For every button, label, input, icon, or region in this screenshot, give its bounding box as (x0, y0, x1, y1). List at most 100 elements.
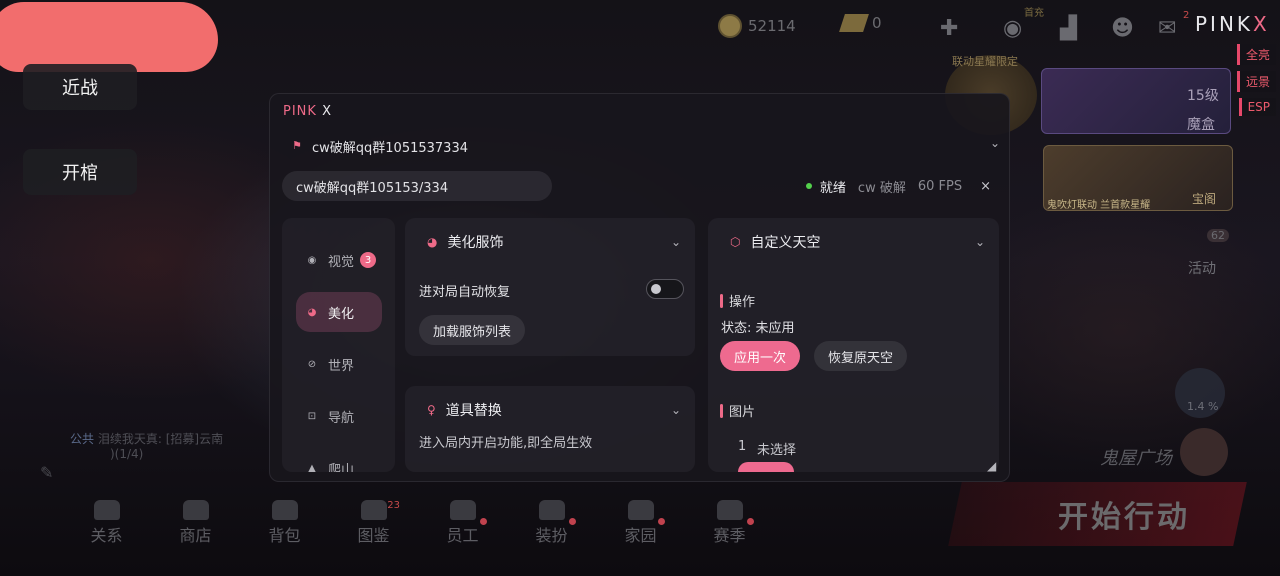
first-charge-icon[interactable]: ◉ (1003, 16, 1022, 41)
resize-grip-icon[interactable]: ◢ (987, 459, 1001, 473)
notification-count: 23 (387, 500, 400, 511)
gold-bar-icon (839, 14, 869, 32)
search-input[interactable] (282, 171, 552, 201)
open-coffin-button[interactable]: 开棺 (23, 149, 137, 195)
download-progress-label: 1.4 % (1187, 400, 1219, 413)
custom-sky-header[interactable]: ⬡ 自定义天空 (730, 232, 820, 252)
nav-label: 背包 (268, 526, 301, 545)
status-ready-label: 就绪 (819, 180, 846, 196)
nav-icon (627, 500, 654, 520)
chat-channel: 公共 (70, 432, 95, 446)
first-charge-label: 首充 (1024, 8, 1044, 19)
beautify-card-header[interactable]: ◕ 美化服饰 (427, 232, 503, 252)
panel-title: PINK X (283, 104, 332, 119)
pinkx-logo: PINKX (1195, 12, 1270, 36)
bottom-nav-item[interactable]: 背包 (240, 500, 329, 546)
chat-line[interactable]: 公共 泪续我天真: [招募]云南 (70, 430, 223, 447)
globe-icon: ⊘ (307, 358, 317, 370)
notification-dot (569, 518, 576, 525)
status-fps: 60 FPS (917, 178, 963, 194)
toggle-full-bright[interactable]: 全亮 (1236, 44, 1276, 65)
bottom-nav-item[interactable]: 图鉴 23 (329, 500, 418, 546)
panel-header[interactable]: ⚑ cw破解qq群1051537334 ⌄ (292, 136, 1000, 156)
notification-dot (658, 518, 665, 525)
logo-main: PINK (1195, 12, 1254, 36)
navigation-icon: ⊡ (307, 410, 317, 422)
sidebar-item-label: 视觉 (328, 254, 355, 270)
bottom-nav-item[interactable]: 装扮 (507, 500, 596, 546)
nav-icon (449, 500, 476, 520)
custom-sky-title: 自定义天空 (750, 235, 821, 251)
ghost-plaza-label[interactable]: 鬼屋广场 (1100, 444, 1172, 470)
event-collab-label: 鬼吹灯联动 兰首款星耀 (1047, 200, 1151, 211)
image-list-index: 1 (738, 439, 747, 454)
bottom-nav-item[interactable]: 员工 (418, 500, 507, 546)
sidebar-item-label: 爬山 (328, 462, 355, 473)
mail-icon[interactable]: ✉ (1158, 16, 1176, 41)
sidebar-item-navigation[interactable]: ⊡ 导航 (296, 396, 382, 436)
panel-header-text: cw破解qq群1051537334 (312, 140, 468, 156)
restore-sky-button[interactable]: 恢复原天空 (814, 341, 908, 371)
add-friend-icon[interactable]: ☻ (1111, 16, 1134, 41)
chat-icon[interactable]: ✎ (40, 463, 53, 482)
item-replace-card: ♀ 道具替换 ⌄ 进入局内开启功能,即全局生效 (405, 386, 695, 472)
ghost-plaza-icon[interactable] (1180, 428, 1228, 476)
notification-dot (480, 518, 487, 525)
coin-icon (718, 14, 742, 38)
redaction-scribble (0, 2, 218, 72)
section-operations-label: 操作 (729, 295, 756, 310)
apply-once-button[interactable]: 应用一次 (720, 341, 801, 371)
event-level: 15级 (1187, 88, 1219, 104)
bottom-nav-item[interactable]: 商店 (151, 500, 240, 546)
event-collab-side: 宝阁 (1192, 192, 1217, 206)
panel-title-accent: X (322, 104, 332, 119)
image-list-value[interactable]: 未选择 (757, 439, 796, 458)
toggle-esp[interactable]: ESP (1238, 98, 1276, 116)
bottom-nav-item[interactable]: 关系 (62, 500, 151, 546)
ranking-icon[interactable]: ▟ (1060, 16, 1077, 41)
sidebar-item-label: 世界 (328, 358, 355, 374)
close-icon[interactable]: × (980, 179, 991, 194)
activity-label[interactable]: 活动 (1188, 258, 1216, 278)
mountain-icon: ▲ (308, 462, 316, 473)
sidebar-item-world[interactable]: ⊘ 世界 (296, 344, 382, 384)
mail-count: 2 (1183, 10, 1190, 21)
load-outfit-list-button[interactable]: 加载服饰列表 (419, 315, 526, 345)
chevron-down-icon[interactable]: ⌄ (975, 235, 985, 249)
visual-count-badge: 3 (360, 252, 377, 268)
eye-icon: ◉ (307, 254, 317, 266)
auto-restore-toggle[interactable] (646, 279, 684, 299)
nav-label: 图鉴 (357, 526, 390, 545)
panel-sidebar: ◉ 视觉 3 ◕ 美化 ⊘ 世界 ⊡ 导航 ▲ 爬山 (282, 218, 395, 472)
bottom-nav-item[interactable]: 家园 (596, 500, 685, 546)
status-ready-dot (805, 183, 812, 189)
nav-icon (182, 500, 209, 520)
chat-line-2: )(1/4) (110, 447, 144, 461)
panel-title-main: PINK (283, 104, 317, 119)
logo-accent: X (1253, 12, 1270, 36)
chevron-down-icon[interactable]: ⌄ (671, 403, 681, 417)
nav-label: 装扮 (535, 526, 568, 545)
add-icon[interactable]: ✚ (940, 16, 958, 41)
section-image-label: 图片 (729, 405, 756, 420)
nav-label: 商店 (179, 526, 212, 545)
item-replace-header[interactable]: ♀ 道具替换 (427, 400, 502, 420)
toggle-far-view[interactable]: 远景 (1236, 71, 1276, 92)
collapse-chevron-icon[interactable]: ⌄ (990, 136, 1000, 150)
nav-label: 员工 (446, 526, 479, 545)
melee-button[interactable]: 近战 (23, 64, 137, 110)
sidebar-item-visual[interactable]: ◉ 视觉 3 (296, 240, 382, 280)
section-image: 图片 (720, 401, 755, 420)
notification-dot (747, 518, 754, 525)
cheat-toggle-list: 全亮 远景 ESP (1236, 44, 1276, 116)
chevron-down-icon[interactable]: ⌄ (671, 235, 681, 249)
bottom-nav-item[interactable]: 赛季 (685, 500, 774, 546)
activity-count: 62 (1207, 229, 1229, 242)
sidebar-item-beautify[interactable]: ◕ 美化 (296, 292, 382, 332)
custom-sky-card: ⬡ 自定义天空 ⌄ 操作 状态: 未应用 应用一次 恢复原天空 图片 1 未选择 (708, 218, 999, 472)
select-image-button[interactable] (738, 462, 794, 472)
currency-gold-value: 0 (872, 14, 882, 32)
cube-icon: ⬡ (730, 235, 741, 249)
sidebar-item-climb[interactable]: ▲ 爬山 (296, 448, 382, 473)
status-name: cw 破解 (857, 180, 906, 196)
